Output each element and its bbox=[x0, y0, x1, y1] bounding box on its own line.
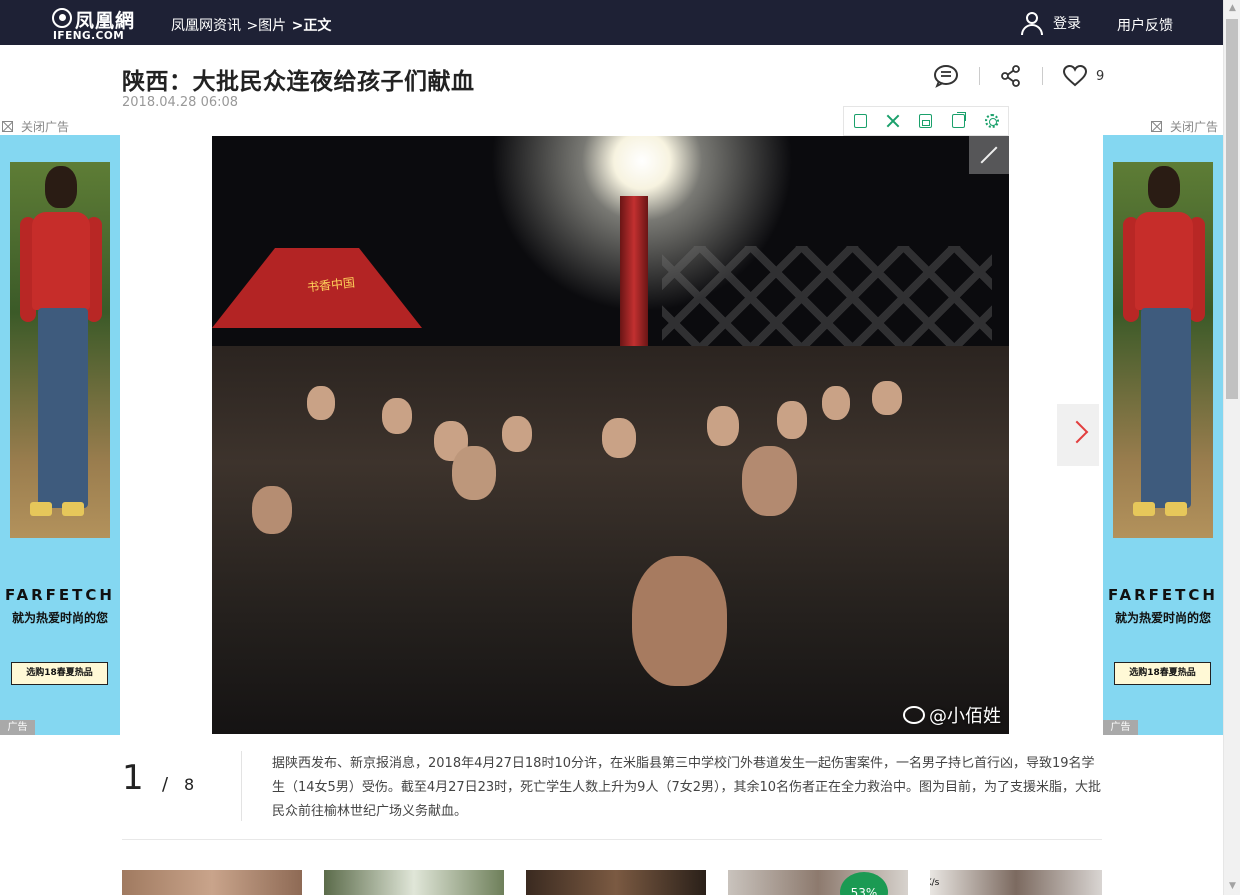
ad-brand: FARFETCH bbox=[1108, 586, 1218, 604]
breadcrumb: 凤凰网资讯 >图片 >正文 bbox=[171, 15, 332, 35]
heart-icon[interactable] bbox=[1063, 65, 1087, 87]
thumbnail-5[interactable]: 0K/s bbox=[930, 870, 1102, 895]
photo-toolbar bbox=[843, 106, 1009, 136]
thumbnail-3[interactable] bbox=[526, 870, 706, 895]
close-icon bbox=[1151, 121, 1162, 132]
user-icon bbox=[1020, 11, 1044, 35]
thumbnail-4[interactable]: 53% bbox=[728, 870, 908, 895]
like-count: 9 bbox=[1096, 68, 1105, 84]
photo-caption: 据陕西发布、新京报消息，2018年4月27日18时10分许，在米脂县第三中学校门… bbox=[272, 756, 1102, 819]
thumbnail-2[interactable] bbox=[324, 870, 504, 895]
settings-button[interactable] bbox=[975, 107, 1008, 135]
ad-tag: 广告 bbox=[0, 720, 35, 735]
top-navigation-bar: 凤凰網 IFENG.COM 凤凰网资讯 >图片 >正文 登录 用户反馈 bbox=[0, 0, 1223, 45]
comment-icon[interactable] bbox=[933, 64, 959, 88]
share-icon[interactable] bbox=[1000, 64, 1022, 88]
ad-slogan: 就为热爱时尚的您 bbox=[1114, 611, 1211, 625]
speed-rate-text: 0K/s bbox=[930, 878, 940, 888]
breadcrumb-current: >正文 bbox=[291, 18, 332, 34]
page-title: 陕西：大批民众连夜给孩子们献血 bbox=[122, 69, 475, 95]
gear-icon bbox=[984, 114, 999, 128]
publish-date: 2018.04.28 06:08 bbox=[122, 95, 239, 110]
section-divider bbox=[122, 839, 1102, 840]
watermark-text: @小佰姓 bbox=[929, 706, 1001, 727]
close-ad-label: 关闭广告 bbox=[21, 120, 70, 134]
ad-shop-button[interactable]: 选购18春夏热品 bbox=[1114, 662, 1211, 685]
photo-counter: 1 / 8 bbox=[122, 758, 222, 798]
left-side-ad[interactable]: FARFETCH 就为热爱时尚的您 选购18春夏热品 广告 bbox=[0, 135, 120, 735]
ifeng-logo[interactable]: 凤凰網 IFENG.COM bbox=[52, 6, 147, 42]
expand-icon[interactable] bbox=[969, 136, 1009, 174]
feedback-link[interactable]: 用户反馈 bbox=[1117, 15, 1173, 35]
save-icon bbox=[919, 114, 933, 128]
light-pole bbox=[620, 196, 648, 371]
counter-separator: / bbox=[162, 774, 169, 795]
close-ad-right[interactable]: 关闭广告 bbox=[1151, 118, 1218, 135]
ad-shop-button[interactable]: 选购18春夏热品 bbox=[11, 662, 108, 685]
tool-separator bbox=[1042, 67, 1043, 85]
ad-model-image bbox=[10, 162, 110, 538]
thumbnail-1[interactable] bbox=[122, 870, 302, 895]
scroll-thumb[interactable] bbox=[1226, 19, 1238, 399]
ad-brand: FARFETCH bbox=[5, 586, 115, 604]
total-photo-count: 8 bbox=[184, 775, 195, 794]
chevron-right-icon bbox=[1065, 420, 1089, 444]
login-label: 登录 bbox=[1053, 16, 1081, 32]
scroll-up-arrow-icon[interactable]: ▲ bbox=[1224, 0, 1240, 17]
tool-separator bbox=[979, 67, 980, 85]
scroll-down-arrow-icon[interactable]: ▼ bbox=[1224, 878, 1240, 895]
caption-divider bbox=[241, 751, 242, 821]
logo-chinese-text: 凤凰網 bbox=[75, 10, 136, 32]
weibo-icon bbox=[903, 706, 925, 724]
gallery-main-photo[interactable]: 书香中国 @小佰姓 bbox=[212, 136, 1009, 734]
breadcrumb-news[interactable]: 凤凰网资讯 bbox=[171, 18, 241, 34]
close-icon bbox=[2, 121, 13, 132]
weibo-watermark: @小佰姓 bbox=[903, 702, 1001, 728]
current-photo-index: 1 bbox=[122, 758, 144, 798]
original-size-icon bbox=[853, 114, 867, 128]
save-image-button[interactable] bbox=[910, 107, 943, 135]
logo-english-text: IFENG.COM bbox=[53, 30, 125, 42]
speed-percent-badge: 53% bbox=[840, 872, 888, 895]
breadcrumb-pictures[interactable]: >图片 bbox=[246, 18, 286, 34]
crowd bbox=[212, 346, 1009, 734]
ad-tag: 广告 bbox=[1103, 720, 1138, 735]
share-image-button[interactable] bbox=[942, 107, 975, 135]
article-tools: 9 bbox=[933, 62, 1104, 90]
share-out-icon bbox=[952, 112, 967, 128]
fullscreen-icon bbox=[886, 114, 900, 128]
next-photo-button[interactable] bbox=[1057, 404, 1099, 466]
login-button[interactable]: 登录 bbox=[1020, 10, 1081, 36]
original-size-button[interactable] bbox=[844, 107, 877, 135]
fullscreen-button[interactable] bbox=[877, 107, 910, 135]
close-ad-label: 关闭广告 bbox=[1170, 120, 1219, 134]
right-side-ad[interactable]: FARFETCH 就为热爱时尚的您 选购18春夏热品 广告 bbox=[1103, 135, 1223, 735]
ad-model-image bbox=[1113, 162, 1213, 538]
close-ad-left[interactable]: 关闭广告 bbox=[2, 118, 69, 135]
vertical-scrollbar[interactable]: ▲ ▼ bbox=[1223, 0, 1240, 895]
phoenix-logo-icon bbox=[52, 8, 72, 28]
ad-slogan: 就为热爱时尚的您 bbox=[11, 611, 108, 625]
